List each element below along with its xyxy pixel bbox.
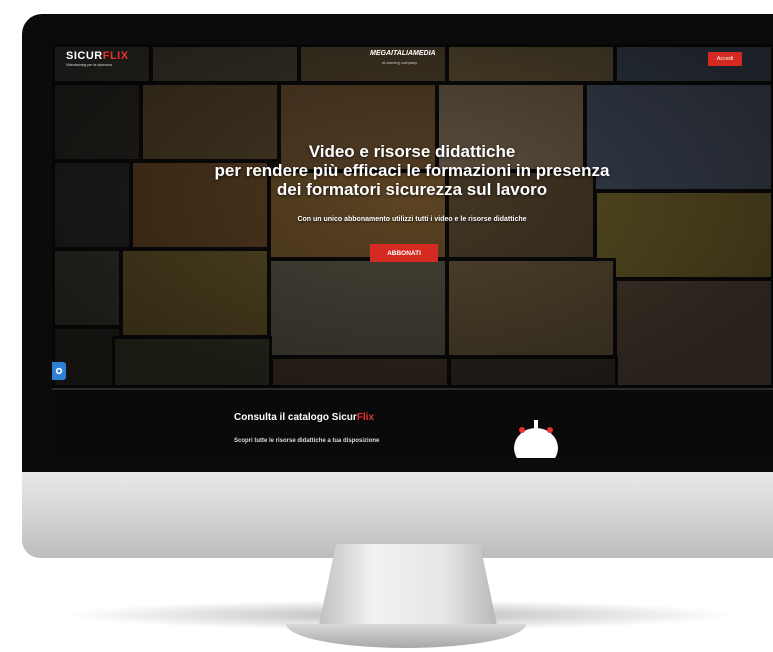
website-screen: SICURFLIX Videotraining per la sicurezza… <box>52 44 773 458</box>
sicurflix-logo[interactable]: SICURFLIX <box>66 50 129 62</box>
hero-subline: Con un unico abbonamento utilizzi tutti … <box>297 216 527 223</box>
robot-mascot-icon <box>506 418 566 458</box>
login-button[interactable]: Accedi <box>708 52 742 66</box>
logo-tagline: Videotraining per la sicurezza <box>66 63 112 67</box>
headline-line-1: Video e risorse didattiche <box>308 142 516 161</box>
catalog-section: Consulta il catalogo SicurFlix Scopri tu… <box>52 390 773 458</box>
subscribe-button[interactable]: ABBONATI <box>370 244 438 262</box>
catalog-title: Consulta il catalogo SicurFlix <box>234 412 375 423</box>
partner-logo[interactable]: MEGAITALIAMEDIA <box>370 50 436 57</box>
monitor-stand <box>318 544 498 630</box>
headline-line-3: dei formatori sicurezza sul lavoro <box>276 180 548 199</box>
accessibility-icon[interactable] <box>52 362 66 380</box>
monitor-stand-base <box>286 624 526 648</box>
hero-section: SICURFLIX Videotraining per la sicurezza… <box>52 44 773 388</box>
headline-line-2: per rendere più efficaci le formazioni i… <box>214 161 610 180</box>
partner-tagline: eLearning company <box>382 60 418 65</box>
hero-headline: Video e risorse didattiche per rendere p… <box>162 142 662 199</box>
catalog-text: Scopri tutte le risorse didattiche a tua… <box>234 438 380 444</box>
